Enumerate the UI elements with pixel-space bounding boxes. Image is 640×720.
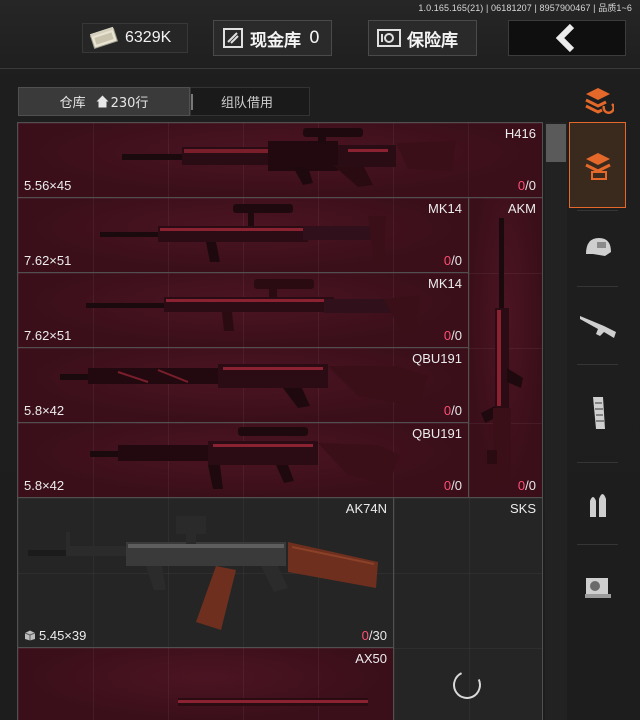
chevron-left-icon (555, 24, 575, 52)
box-icon (24, 630, 36, 641)
sidebar-item-rifle[interactable] (569, 288, 626, 362)
money-display: 6329K (82, 23, 188, 53)
cash-icon (89, 26, 119, 49)
item-ammo: 0/0 (443, 253, 462, 268)
item-caliber: 5.8×42 (24, 403, 65, 418)
tab-warehouse-label: 仓库 (59, 96, 86, 111)
grid-scrollbar[interactable] (545, 122, 567, 720)
item-mk14[interactable]: MK14 7.62×51 0/0 (17, 272, 469, 348)
sidebar-item-ammo[interactable] (569, 464, 626, 542)
sort-button[interactable] (569, 78, 626, 122)
category-sidebar (569, 78, 626, 720)
rail-divider (577, 210, 618, 211)
inventory-screen: 1.0.165.165(21) | 06181207 | 8957900467 … (0, 0, 640, 720)
storage-tabs: 仓库 230行 组队借用 (18, 87, 310, 116)
tab-warehouse[interactable]: 仓库 230行 (18, 87, 190, 116)
item-ammo: 0/0 (443, 478, 462, 493)
item-name: AKM (507, 201, 536, 216)
scope-icon (584, 578, 611, 598)
ax50-rifle-image (178, 698, 368, 706)
tab-team-loan-label: 组队借用 (221, 96, 274, 111)
item-name: MK14 (428, 201, 462, 216)
item-name: QBU191 (412, 351, 462, 366)
rail-divider (577, 462, 618, 463)
item-name: H416 (504, 126, 536, 141)
item-name: AX50 (355, 651, 387, 666)
item-caliber: 5.45×39 (24, 628, 86, 643)
rail-divider (577, 544, 618, 545)
item-caliber: 7.62×51 (24, 253, 72, 268)
item-h416[interactable]: H416 5.56×45 0/0 (17, 122, 543, 198)
item-caliber: 5.56×45 (24, 178, 72, 193)
safe-button[interactable]: 保险库 (368, 20, 477, 56)
helmet-icon (585, 238, 611, 256)
item-caliber: 7.62×51 (24, 328, 72, 343)
item-name: SKS (509, 501, 536, 516)
item-ammo: 0/30 (361, 628, 387, 643)
sidebar-item-scope[interactable] (569, 546, 626, 628)
tab-warehouse-rows: 230行 (110, 96, 149, 111)
safe-icon (377, 29, 401, 47)
mk14-rifle-image (86, 279, 420, 335)
header-divider (0, 68, 640, 69)
magazine-icon (592, 397, 605, 429)
mk14-rifle-image (100, 204, 386, 264)
item-name: MK14 (428, 276, 462, 291)
item-ammo: 0/0 (443, 403, 462, 418)
tab-separator (191, 93, 193, 110)
sort-icon (584, 88, 614, 114)
back-button[interactable] (508, 20, 626, 56)
cash-vault-count: 0 (309, 28, 320, 48)
qbu191-rifle-image (90, 427, 400, 489)
rifle-icon (579, 316, 616, 338)
item-grid: H416 5.56×45 0/0 MK14 7.62×51 0/0 AKM 0/… (17, 122, 543, 720)
sidebar-item-magazine[interactable] (569, 366, 626, 460)
item-mk14[interactable]: MK14 7.62×51 0/0 (17, 197, 469, 273)
item-ammo: 0/0 (443, 328, 462, 343)
rail-divider (577, 286, 618, 287)
item-ammo: 0/0 (517, 178, 536, 193)
item-ak74n[interactable]: AK74N 5.45×39 0/30 (17, 497, 394, 648)
ammo-icon (589, 494, 606, 517)
cash-vault-label: 现金库 (250, 30, 301, 51)
house-icon (96, 95, 109, 108)
akm-rifle-image (481, 218, 523, 486)
item-name: QBU191 (412, 426, 462, 441)
safe-label: 保险库 (407, 30, 458, 51)
tab-team-loan[interactable]: 组队借用 (190, 87, 310, 116)
cash-vault-button[interactable]: 现金库 0 (213, 20, 332, 56)
qbu191-rifle-image (60, 364, 428, 408)
h416-rifle-image (122, 128, 456, 187)
item-caliber: 5.8×42 (24, 478, 65, 493)
item-qbu191[interactable]: QBU191 5.8×42 0/0 (17, 422, 469, 498)
item-qbu191[interactable]: QBU191 5.8×42 0/0 (17, 347, 469, 423)
item-ammo: 0/0 (517, 478, 536, 493)
sidebar-item-helmet[interactable] (569, 212, 626, 284)
rail-divider (577, 364, 618, 365)
cash-vault-icon (223, 28, 243, 48)
ak74n-rifle-image (28, 516, 378, 630)
sidebar-item-storage[interactable] (569, 122, 626, 208)
storage-icon (584, 153, 611, 180)
item-akm[interactable]: AKM 0/0 (468, 197, 543, 498)
build-info: 1.0.165.165(21) | 06181207 | 8957900467 … (418, 3, 632, 13)
money-value: 6329K (125, 29, 172, 46)
grid-scrollbar-thumb[interactable] (546, 124, 566, 162)
item-name: AK74N (345, 501, 387, 516)
item-ax50[interactable]: AX50 (17, 647, 394, 720)
